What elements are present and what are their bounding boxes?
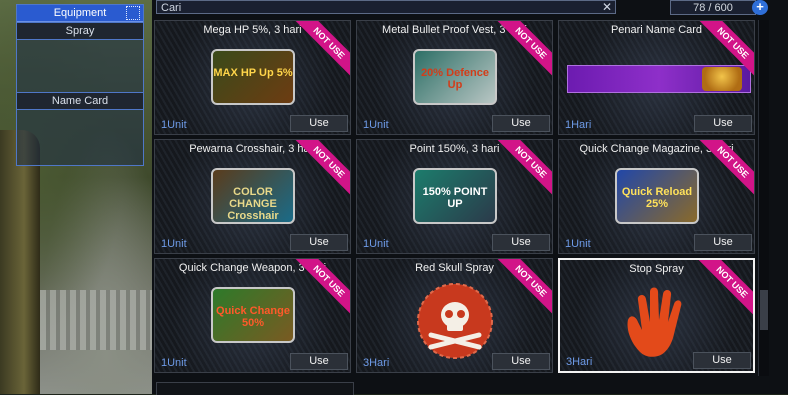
expand-icon[interactable]: [126, 6, 140, 20]
max-hp-up-icon: MAX HP Up 5%: [211, 49, 295, 105]
item-quantity: 1Unit: [161, 238, 187, 250]
use-button[interactable]: Use: [492, 353, 550, 370]
bottom-tab-bar: [156, 382, 354, 395]
equipment-title: Equipment: [53, 7, 107, 19]
add-slot-button[interactable]: +: [752, 0, 768, 15]
use-button[interactable]: Use: [694, 115, 752, 132]
clear-search-icon[interactable]: ✕: [602, 0, 612, 14]
inventory-counter: 78 / 600: [670, 0, 756, 15]
use-button[interactable]: Use: [290, 234, 348, 251]
item-quantity: 1Unit: [161, 119, 187, 131]
scene-railing: [40, 290, 152, 350]
item-quantity: 1Unit: [565, 238, 591, 250]
inventory-panel: Cari ✕ 78 / 600 + Mega HP 5%, 3 hari MAX…: [152, 0, 788, 395]
use-button[interactable]: Use: [492, 115, 550, 132]
item-quantity: 1Unit: [363, 119, 389, 131]
search-text: Cari: [161, 2, 182, 14]
red-skull-spray-icon: [417, 283, 493, 359]
equipment-header: Equipment: [17, 5, 143, 22]
item-card-quick-change-weapon[interactable]: Quick Change Weapon, 3 hari Quick Change…: [154, 258, 351, 373]
spray-slot[interactable]: [17, 40, 143, 92]
item-quantity: 1Hari: [565, 119, 592, 131]
use-button[interactable]: Use: [693, 352, 751, 369]
color-change-crosshair-icon: COLOR CHANGE Crosshair: [211, 168, 295, 224]
name-card-slot[interactable]: [17, 110, 143, 162]
item-card-mega-hp[interactable]: Mega HP 5%, 3 hari MAX HP Up 5% NOT USE …: [154, 20, 351, 135]
name-card-banner-icon: [567, 65, 751, 93]
spray-slot-label: Spray: [17, 22, 143, 40]
item-card-point-150[interactable]: Point 150%, 3 hari 150% POINT UP NOT USE…: [356, 139, 553, 254]
quick-change-icon: Quick Change 50%: [211, 287, 295, 343]
scrollbar-thumb[interactable]: [760, 290, 768, 330]
defence-up-icon: 20% Defence Up: [413, 49, 497, 105]
item-quantity: 3Hari: [566, 356, 593, 368]
item-quantity: 1Unit: [363, 238, 389, 250]
search-input[interactable]: Cari ✕: [156, 0, 616, 14]
item-card-quick-change-magazine[interactable]: Quick Change Magazine, 3 hari Quick Relo…: [558, 139, 755, 254]
dancer-icon: [702, 67, 742, 91]
use-button[interactable]: Use: [694, 234, 752, 251]
quick-reload-icon: Quick Reload 25%: [615, 168, 699, 224]
name-card-slot-label: Name Card: [17, 92, 143, 110]
item-quantity: 3Hari: [363, 357, 390, 369]
item-quantity: 1Unit: [161, 357, 187, 369]
use-button[interactable]: Use: [290, 115, 348, 132]
point-up-icon: 150% POINT UP: [413, 168, 497, 224]
item-card-stop-spray[interactable]: Stop Spray NOT USE 3Hari Use: [558, 258, 755, 373]
use-button[interactable]: Use: [492, 234, 550, 251]
item-card-crosshair-color[interactable]: Pewarna Crosshair, 3 hari COLOR CHANGE C…: [154, 139, 351, 254]
inventory-scrollbar[interactable]: [758, 20, 769, 376]
equipment-panel: Equipment Spray Name Card: [16, 4, 144, 166]
stop-hand-spray-icon: [627, 287, 682, 357]
soldier-character: [0, 130, 40, 394]
item-card-bullet-proof-vest[interactable]: Metal Bullet Proof Vest, 3 hari 20% Defe…: [356, 20, 553, 135]
use-button[interactable]: Use: [290, 353, 348, 370]
item-card-penari-name-card[interactable]: Penari Name Card NOT USE 1Hari Use: [558, 20, 755, 135]
item-card-red-skull-spray[interactable]: Red Skull Spray NOT USE 3Hari Use: [356, 258, 553, 373]
